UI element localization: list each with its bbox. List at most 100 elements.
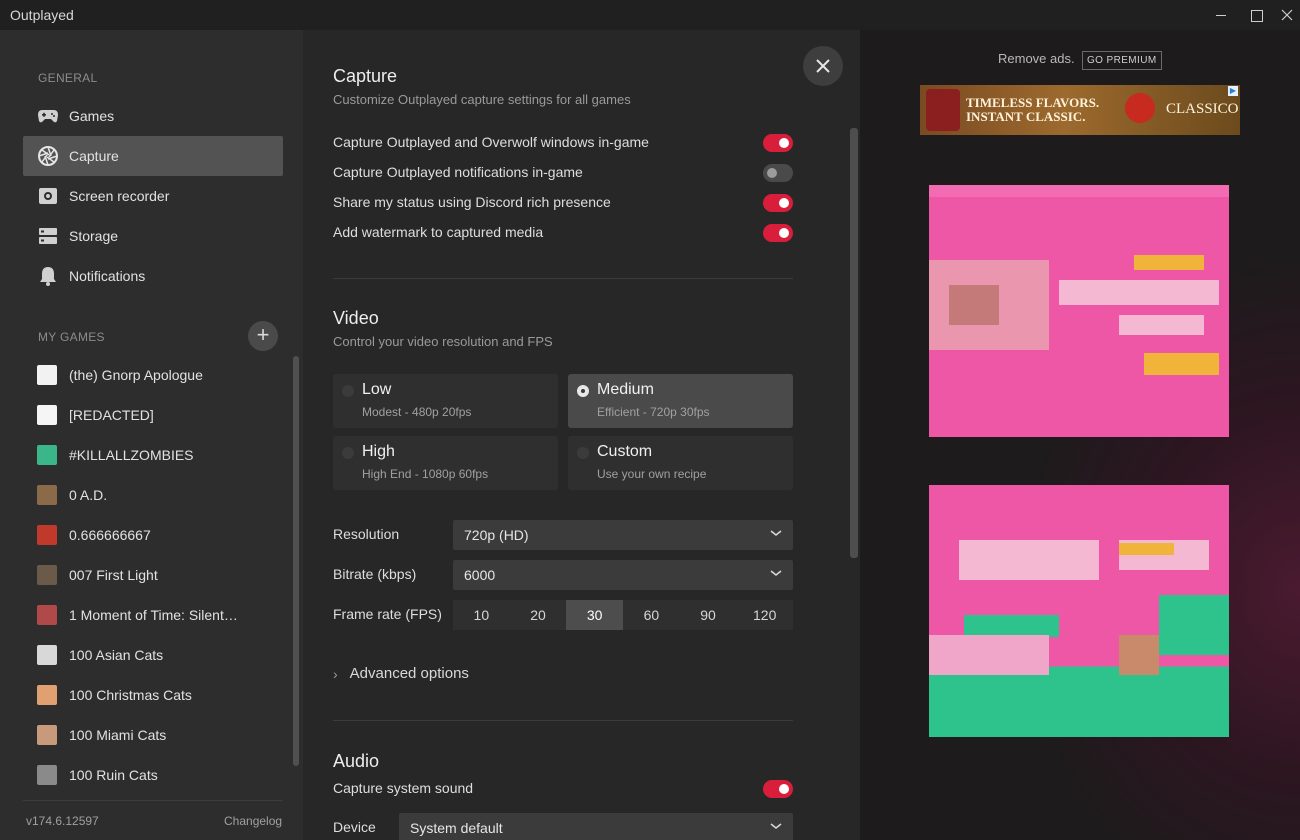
game-label: 100 Miami Cats: [69, 727, 167, 743]
game-item[interactable]: #KILLALLZOMBIES: [37, 435, 287, 475]
game-item[interactable]: 100 Christmas Cats: [37, 675, 287, 715]
discord-presence-toggle[interactable]: [763, 194, 793, 212]
game-label: [REDACTED]: [69, 407, 154, 423]
close-icon: [816, 59, 830, 73]
toggle-label: Share my status using Discord rich prese…: [333, 194, 611, 210]
game-label: 0.666666667: [69, 527, 151, 543]
bell-icon: [37, 265, 59, 287]
fps-option-120[interactable]: 120: [736, 600, 793, 630]
quality-option-medium[interactable]: Medium Efficient - 720p 30fps: [568, 374, 793, 428]
minimize-button[interactable]: [1210, 5, 1232, 25]
game-item[interactable]: [REDACTED]: [37, 395, 287, 435]
sidebar-item-games[interactable]: Games: [23, 96, 283, 136]
game-label: #KILLALLZOMBIES: [69, 447, 194, 463]
adchoices-icon[interactable]: ▶: [1228, 86, 1238, 96]
ad-banner[interactable]: TIMELESS FLAVORS. INSTANT CLASSIC. CLASS…: [920, 85, 1240, 135]
fps-option-30[interactable]: 30: [566, 600, 624, 630]
advanced-options-toggle[interactable]: › Advanced options: [333, 665, 469, 682]
game-item[interactable]: 100 Miami Cats: [37, 715, 287, 755]
fps-option-20[interactable]: 20: [510, 600, 567, 630]
radio-button[interactable]: [342, 385, 354, 397]
game-icon: [37, 605, 57, 625]
quality-option-custom[interactable]: Custom Use your own recipe: [568, 436, 793, 490]
chevron-down-icon: [770, 823, 782, 830]
aperture-icon: [37, 145, 59, 167]
game-item[interactable]: 100 Ruin Cats: [37, 755, 287, 795]
game-label: 100 Ruin Cats: [69, 767, 158, 783]
game-item[interactable]: 007 First Light: [37, 555, 287, 595]
storage-icon: [37, 225, 59, 247]
game-item[interactable]: 0 A.D.: [37, 475, 287, 515]
system-sound-toggle[interactable]: [763, 780, 793, 798]
tomato-image: [1125, 93, 1155, 123]
advanced-options-label: Advanced options: [349, 665, 469, 682]
sidebar-scrollbar[interactable]: [293, 356, 299, 766]
video-title: Video: [333, 308, 379, 328]
capture-title: Capture: [333, 66, 398, 86]
game-icon: [37, 645, 57, 665]
quality-option-low[interactable]: Low Modest - 480p 20fps: [333, 374, 558, 428]
capture-overwolf-toggle[interactable]: [763, 134, 793, 152]
sidebar-item-storage[interactable]: Storage: [23, 216, 283, 256]
game-label: 100 Christmas Cats: [69, 687, 192, 703]
sidebar-item-notifications[interactable]: Notifications: [23, 256, 283, 296]
general-header: GENERAL: [38, 71, 98, 85]
radio-button[interactable]: [577, 385, 589, 397]
sidebar-item-capture[interactable]: Capture: [23, 136, 283, 176]
quality-desc: Use your own recipe: [597, 467, 707, 481]
sidebar-item-label: Notifications: [69, 268, 146, 284]
maximize-button[interactable]: [1245, 5, 1267, 25]
sidebar-divider: [23, 800, 283, 801]
watermark-toggle[interactable]: [763, 224, 793, 242]
quality-desc: Efficient - 720p 30fps: [597, 405, 710, 419]
device-dropdown[interactable]: System default: [399, 813, 793, 840]
window-title: Outplayed: [10, 7, 74, 23]
game-icon: [37, 565, 57, 585]
game-item[interactable]: 100 Asian Cats: [37, 635, 287, 675]
sauce-jar-image: [926, 89, 960, 131]
sidebar-item-label: Games: [69, 108, 115, 124]
fps-option-90[interactable]: 90: [680, 600, 737, 630]
sidebar-item-label: Screen recorder: [69, 188, 170, 204]
section-divider: [333, 720, 793, 721]
game-icon: [37, 685, 57, 705]
my-games-header: MY GAMES: [38, 330, 105, 344]
banner-headline-2: INSTANT CLASSIC.: [966, 109, 1086, 124]
changelog-link[interactable]: Changelog: [224, 814, 282, 828]
settings-scrollbar[interactable]: [850, 128, 858, 558]
dropdown-value: 6000: [464, 567, 496, 583]
section-divider: [333, 278, 793, 279]
radio-button[interactable]: [577, 447, 589, 459]
chevron-down-icon: [770, 530, 782, 537]
quality-title: High: [362, 443, 395, 460]
resolution-dropdown[interactable]: 720p (HD): [453, 520, 793, 550]
dropdown-value: 720p (HD): [464, 527, 529, 543]
quality-option-high[interactable]: High High End - 1080p 60fps: [333, 436, 558, 490]
title-bar: Outplayed: [0, 0, 1300, 30]
fps-option-10[interactable]: 10: [453, 600, 510, 630]
close-settings-button[interactable]: [803, 46, 843, 86]
close-window-button[interactable]: [1276, 5, 1298, 25]
capture-notifications-toggle[interactable]: [763, 164, 793, 182]
game-icon: [37, 405, 57, 425]
quality-title: Low: [362, 381, 392, 398]
add-game-button[interactable]: +: [248, 321, 278, 351]
game-label: 0 A.D.: [69, 487, 108, 503]
ad-image-top[interactable]: [929, 185, 1229, 437]
sidebar-item-screen-recorder[interactable]: Screen recorder: [23, 176, 283, 216]
sidebar: GENERAL Games Capture Screen recorder St…: [0, 30, 303, 840]
resolution-label: Resolution: [333, 526, 400, 542]
game-item[interactable]: 0.666666667: [37, 515, 287, 555]
go-premium-button[interactable]: GO PREMIUM: [1082, 51, 1162, 70]
radio-button[interactable]: [342, 447, 354, 459]
fps-option-60[interactable]: 60: [623, 600, 680, 630]
capture-subtitle: Customize Outplayed capture settings for…: [333, 92, 631, 107]
bitrate-dropdown[interactable]: 6000: [453, 560, 793, 590]
ad-image-bottom[interactable]: [929, 485, 1229, 737]
game-icon: [37, 485, 57, 505]
version-label: v174.6.12597: [26, 814, 99, 828]
audio-title: Audio: [333, 751, 380, 771]
game-item[interactable]: (the) Gnorp Apologue: [37, 355, 287, 395]
game-item[interactable]: 1 Moment of Time: Silent…: [37, 595, 287, 635]
game-icon: [37, 445, 57, 465]
